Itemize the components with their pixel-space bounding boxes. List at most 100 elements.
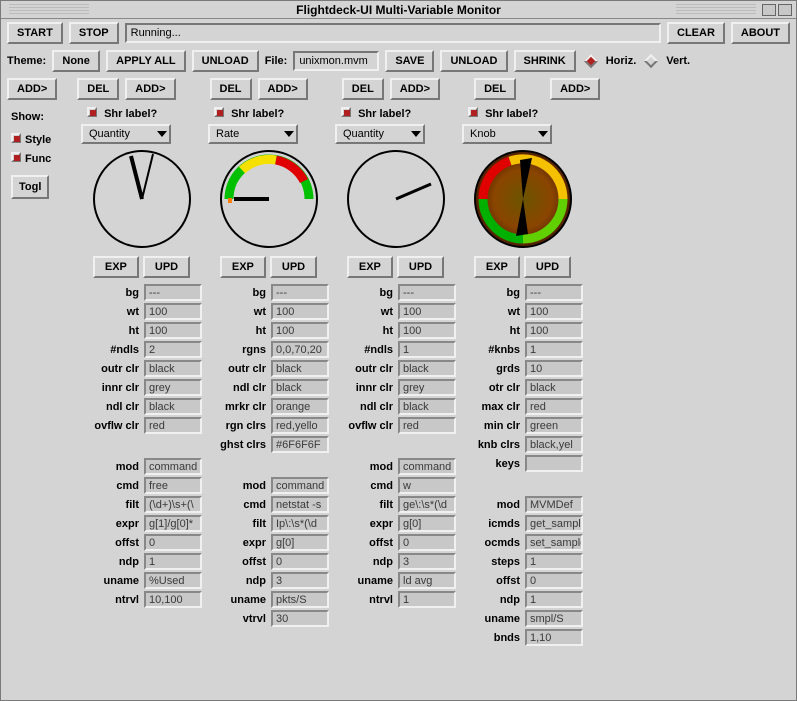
param-input-mrkr clr[interactable]: orange xyxy=(271,398,329,415)
unload-button[interactable]: UNLOAD xyxy=(192,50,259,72)
upd-button[interactable]: UPD xyxy=(143,256,190,278)
func-check[interactable] xyxy=(11,152,21,162)
param-input-#knbs[interactable]: 1 xyxy=(525,341,583,358)
param-input-wt[interactable]: 100 xyxy=(271,303,329,320)
param-input-ntrvl[interactable]: 1 xyxy=(398,591,456,608)
param-input-bg[interactable]: --- xyxy=(398,284,456,301)
param-input-bg[interactable]: --- xyxy=(144,284,202,301)
param-input-grds[interactable]: 10 xyxy=(525,360,583,377)
shr-check[interactable] xyxy=(468,107,478,117)
param-input-rgn clrs[interactable]: red,yello xyxy=(271,417,329,434)
add3-button[interactable]: ADD> xyxy=(390,78,440,100)
param-input-wt[interactable]: 100 xyxy=(144,303,202,320)
param-input-filt[interactable]: ge\:\s*(\d xyxy=(398,496,456,513)
param-input-ocmds[interactable]: set_sample_ xyxy=(525,534,583,551)
shr-check[interactable] xyxy=(341,107,351,117)
vert-radio[interactable] xyxy=(644,54,658,68)
param-input-ndp[interactable]: 1 xyxy=(144,553,202,570)
theme-none-button[interactable]: None xyxy=(52,50,100,72)
param-input-ndp[interactable]: 1 xyxy=(525,591,583,608)
shrink-button[interactable]: SHRINK xyxy=(514,50,576,72)
param-input-#ndls[interactable]: 2 xyxy=(144,341,202,358)
param-input-ndl clr[interactable]: black xyxy=(271,379,329,396)
param-input-uname[interactable]: %Used xyxy=(144,572,202,589)
param-input-filt[interactable]: (\d+)\s+(\ xyxy=(144,496,202,513)
param-input-ndp[interactable]: 3 xyxy=(271,572,329,589)
del1-button[interactable]: DEL xyxy=(77,78,119,100)
param-input-otr clr[interactable]: black xyxy=(525,379,583,396)
status-field[interactable]: Running... xyxy=(125,23,661,43)
togl-button[interactable]: Togl xyxy=(11,175,49,199)
param-input-expr[interactable]: g[1]/g[0]* xyxy=(144,515,202,532)
gauge-widget[interactable] xyxy=(462,148,583,250)
add0-button[interactable]: ADD> xyxy=(7,78,57,100)
save-button[interactable]: SAVE xyxy=(385,50,434,72)
param-input-mod[interactable]: command xyxy=(271,477,329,494)
param-input-offst[interactable]: 0 xyxy=(144,534,202,551)
param-input-ovflw clr[interactable]: red xyxy=(144,417,202,434)
param-input-uname[interactable]: ld avg xyxy=(398,572,456,589)
param-input-bg[interactable]: --- xyxy=(271,284,329,301)
param-input-mod[interactable]: command xyxy=(144,458,202,475)
param-input-bg[interactable]: --- xyxy=(525,284,583,301)
param-input-steps[interactable]: 1 xyxy=(525,553,583,570)
add4-button[interactable]: ADD> xyxy=(550,78,600,100)
param-input-ndl clr[interactable]: black xyxy=(144,398,202,415)
param-input-keys[interactable] xyxy=(525,455,583,472)
param-input-wt[interactable]: 100 xyxy=(525,303,583,320)
type-dropdown[interactable]: Rate xyxy=(208,124,298,144)
exp-button[interactable]: EXP xyxy=(347,256,393,278)
gauge-widget[interactable] xyxy=(208,148,329,250)
param-input-offst[interactable]: 0 xyxy=(525,572,583,589)
window-max-icon[interactable] xyxy=(778,4,792,16)
param-input-min clr[interactable]: green xyxy=(525,417,583,434)
param-input-cmd[interactable]: w xyxy=(398,477,456,494)
param-input-icmds[interactable]: get_sample_ xyxy=(525,515,583,532)
param-input-outr clr[interactable]: black xyxy=(398,360,456,377)
param-input-outr clr[interactable]: black xyxy=(144,360,202,377)
del4-button[interactable]: DEL xyxy=(474,78,516,100)
upd-button[interactable]: UPD xyxy=(270,256,317,278)
param-input-ndl clr[interactable]: black xyxy=(398,398,456,415)
param-input-#ndls[interactable]: 1 xyxy=(398,341,456,358)
shr-check[interactable] xyxy=(214,107,224,117)
add2-button[interactable]: ADD> xyxy=(258,78,308,100)
start-button[interactable]: START xyxy=(7,22,63,44)
param-input-ht[interactable]: 100 xyxy=(398,322,456,339)
param-input-filt[interactable]: Ip\:\s*(\d xyxy=(271,515,329,532)
horiz-radio[interactable] xyxy=(584,54,598,68)
gauge-widget[interactable] xyxy=(335,148,456,250)
param-input-ht[interactable]: 100 xyxy=(271,322,329,339)
param-input-mod[interactable]: command xyxy=(398,458,456,475)
apply-all-button[interactable]: APPLY ALL xyxy=(106,50,186,72)
param-input-bnds[interactable]: 1,10 xyxy=(525,629,583,646)
unload2-button[interactable]: UNLOAD xyxy=(440,50,507,72)
param-input-expr[interactable]: g[0] xyxy=(398,515,456,532)
param-input-cmd[interactable]: netstat -s xyxy=(271,496,329,513)
param-input-innr clr[interactable]: grey xyxy=(398,379,456,396)
param-input-offst[interactable]: 0 xyxy=(271,553,329,570)
param-input-ndp[interactable]: 3 xyxy=(398,553,456,570)
type-dropdown[interactable]: Knob xyxy=(462,124,552,144)
param-input-cmd[interactable]: free xyxy=(144,477,202,494)
upd-button[interactable]: UPD xyxy=(397,256,444,278)
param-input-ht[interactable]: 100 xyxy=(525,322,583,339)
type-dropdown[interactable]: Quantity xyxy=(335,124,425,144)
param-input-knb clrs[interactable]: black,yel xyxy=(525,436,583,453)
clear-button[interactable]: CLEAR xyxy=(667,22,725,44)
exp-button[interactable]: EXP xyxy=(474,256,520,278)
param-input-ht[interactable]: 100 xyxy=(144,322,202,339)
type-dropdown[interactable]: Quantity xyxy=(81,124,171,144)
stop-button[interactable]: STOP xyxy=(69,22,119,44)
shr-check[interactable] xyxy=(87,107,97,117)
param-input-ghst clrs[interactable]: #6F6F6F xyxy=(271,436,329,453)
param-input-vtrvl[interactable]: 30 xyxy=(271,610,329,627)
file-field[interactable]: unixmon.mvm xyxy=(293,51,379,71)
about-button[interactable]: ABOUT xyxy=(731,22,790,44)
window-min-icon[interactable] xyxy=(762,4,776,16)
param-input-uname[interactable]: smpl/S xyxy=(525,610,583,627)
param-input-expr[interactable]: g[0] xyxy=(271,534,329,551)
param-input-uname[interactable]: pkts/S xyxy=(271,591,329,608)
param-input-rgns[interactable]: 0,0,70,20 xyxy=(271,341,329,358)
del2-button[interactable]: DEL xyxy=(210,78,252,100)
